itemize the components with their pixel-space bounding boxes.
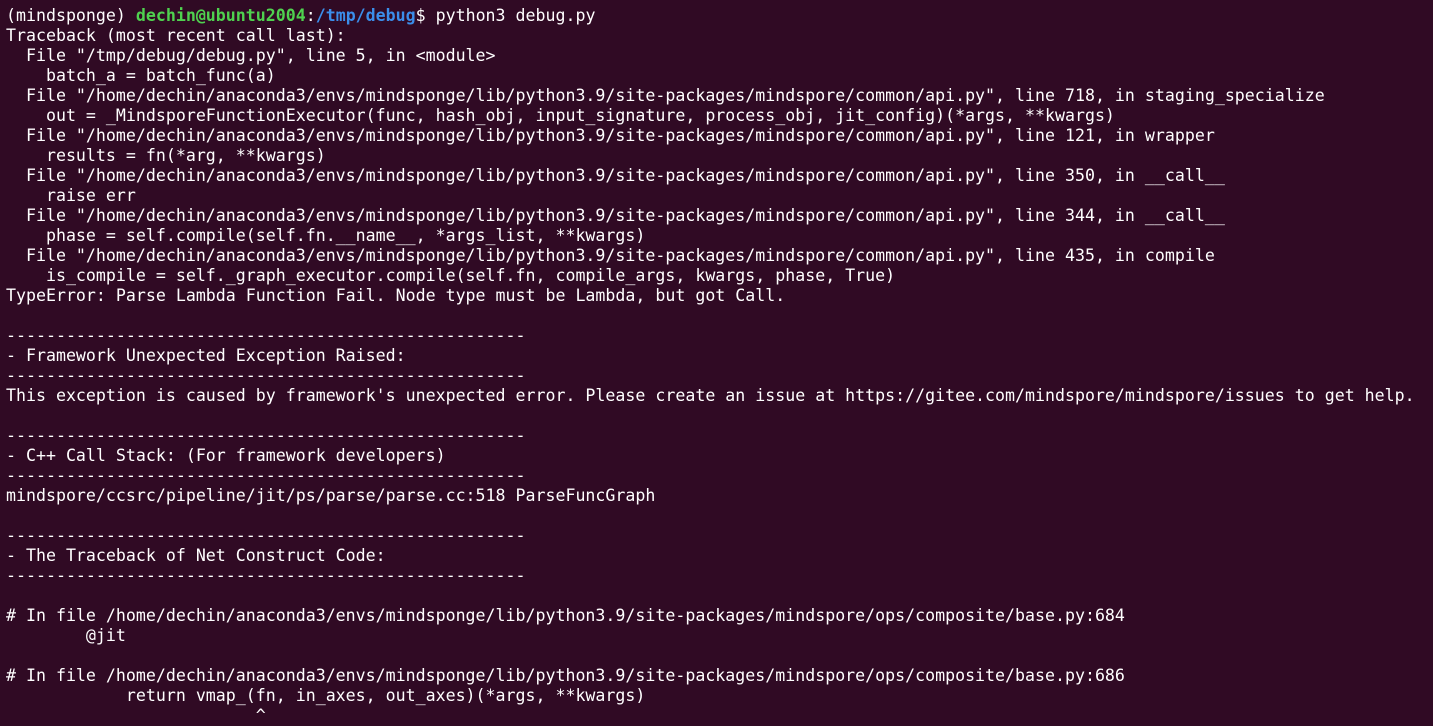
output-line: File "/home/dechin/anaconda3/envs/mindsp… [6, 126, 1215, 145]
terminal-window[interactable]: (mindsponge) dechin@ubuntu2004:/tmp/debu… [0, 0, 1433, 726]
user-host: dechin@ubuntu2004 [135, 6, 306, 25]
output-line: ----------------------------------------… [6, 466, 526, 485]
prompt-line: (mindsponge) dechin@ubuntu2004:/tmp/debu… [6, 6, 1433, 26]
output-line: - Framework Unexpected Exception Raised: [6, 346, 406, 365]
output-line: return vmap_(fn, in_axes, out_axes)(*arg… [6, 686, 646, 705]
output-line: File "/home/dechin/anaconda3/envs/mindsp… [6, 206, 1225, 225]
output-line: # In file /home/dechin/anaconda3/envs/mi… [6, 606, 1125, 625]
output-line: ----------------------------------------… [6, 326, 526, 345]
output-line: File "/tmp/debug/debug.py", line 5, in <… [6, 46, 496, 65]
output-line: batch_a = batch_func(a) [6, 66, 276, 85]
prompt-colon: : [305, 6, 316, 25]
output-line: phase = self.compile(self.fn.__name__, *… [6, 226, 646, 245]
output-line: Traceback (most recent call last): [6, 26, 346, 45]
command-text: python3 debug.py [435, 6, 596, 25]
output-line: ----------------------------------------… [6, 366, 526, 385]
output-line: - C++ Call Stack: (For framework develop… [6, 446, 446, 465]
output-line: ----------------------------------------… [6, 426, 526, 445]
output-line: # In file /home/dechin/anaconda3/envs/mi… [6, 666, 1125, 685]
output-line: is_compile = self._graph_executor.compil… [6, 266, 896, 285]
output-line: TypeError: Parse Lambda Function Fail. N… [6, 286, 786, 305]
output-line: ----------------------------------------… [6, 566, 526, 585]
output-line: This exception is caused by framework's … [6, 386, 1415, 405]
output-line: results = fn(*arg, **kwargs) [6, 146, 326, 165]
output-line: ^ [6, 706, 266, 725]
prompt-symbol: $ [415, 6, 436, 25]
output-line: ----------------------------------------… [6, 526, 526, 545]
output-line: @jit [6, 626, 126, 645]
output-line: mindspore/ccsrc/pipeline/jit/ps/parse/pa… [6, 486, 656, 505]
output-line: File "/home/dechin/anaconda3/envs/mindsp… [6, 166, 1225, 185]
conda-env: (mindsponge) [6, 6, 136, 25]
current-directory: /tmp/debug [315, 6, 416, 25]
output-line: raise err [6, 186, 136, 205]
output-line: out = _MindsporeFunctionExecutor(func, h… [6, 106, 1115, 125]
output-line: File "/home/dechin/anaconda3/envs/mindsp… [6, 86, 1325, 105]
terminal-output: Traceback (most recent call last): File … [6, 26, 1433, 726]
output-line: - The Traceback of Net Construct Code: [6, 546, 386, 565]
output-line: File "/home/dechin/anaconda3/envs/mindsp… [6, 246, 1215, 265]
